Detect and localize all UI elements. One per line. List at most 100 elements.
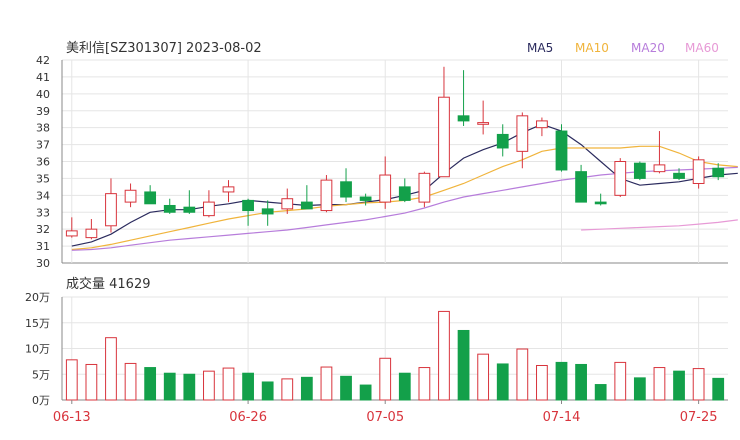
candle-body [65, 230, 78, 237]
candle [555, 124, 568, 172]
legend-ma20: MA20 [631, 41, 665, 55]
candle-body [124, 189, 137, 203]
candle-body [692, 159, 705, 184]
date-tick-label: 06-13 [53, 410, 91, 425]
price-grid [61, 59, 728, 264]
candle [536, 117, 548, 137]
candle-body [594, 201, 607, 205]
chart-svg: 美利信[SZ301307] 2023-08-02 MA5 MA10 MA20 MA60… [25, 41, 738, 425]
volume-bar [359, 384, 372, 401]
candle-body [340, 181, 352, 198]
volume-bar [555, 361, 568, 401]
price-y-axis: 42 41 40 39 38 37 36 35 34 33 32 31 30 [36, 54, 50, 270]
candle-body [633, 162, 646, 179]
candle-body [438, 96, 450, 178]
volume-bar [203, 370, 215, 401]
candle-body [673, 172, 685, 179]
candle-body [320, 179, 333, 212]
volume-bar [340, 375, 352, 401]
volume-bars [65, 310, 725, 401]
candle-body [536, 120, 548, 129]
volume-bar [575, 363, 587, 401]
volume-tick-label: 10万 [25, 343, 50, 356]
volume-bar [144, 367, 157, 401]
price-tick-label: 35 [36, 172, 50, 185]
candle [105, 178, 117, 233]
volume-bar [673, 370, 685, 401]
volume-bar [614, 361, 627, 401]
legend-ma10: MA10 [575, 41, 609, 55]
candle-body [379, 174, 392, 203]
candle-body [300, 201, 313, 210]
candle [144, 185, 157, 205]
volume-grid [61, 296, 728, 401]
candle [379, 156, 392, 209]
candle [633, 161, 646, 181]
volume-bar [300, 376, 313, 401]
volume-bar [261, 381, 274, 401]
price-tick-label: 33 [36, 206, 50, 219]
volume-bar [124, 362, 137, 401]
price-tick-label: 34 [36, 189, 50, 202]
volume-bar [457, 329, 470, 401]
price-tick-label: 42 [36, 54, 50, 67]
price-tick-label: 31 [36, 240, 50, 253]
candle [477, 100, 490, 135]
volume-bar [222, 367, 235, 401]
candle-body [105, 193, 117, 227]
volume-bar [438, 310, 450, 401]
volume-tick-label: 15万 [25, 317, 50, 330]
candle-body [281, 198, 294, 210]
candle-body [261, 208, 274, 215]
candle-body [457, 115, 470, 122]
candle [300, 185, 313, 210]
date-tick-label: 07-25 [680, 410, 718, 425]
candle-body [712, 167, 725, 178]
candle-body [144, 191, 157, 205]
candle [398, 178, 411, 203]
price-tick-label: 37 [36, 139, 50, 152]
candle [614, 158, 627, 198]
volume-bar [594, 384, 607, 401]
candle-body [418, 172, 431, 203]
volume-bar [536, 364, 548, 401]
candle-body [222, 186, 235, 193]
date-tick-label: 07-05 [366, 410, 404, 425]
candle-body [516, 115, 529, 152]
volume-bar [496, 363, 509, 401]
candle-body [85, 228, 98, 239]
candle [692, 156, 705, 189]
candle-body [496, 133, 509, 149]
chart-title: 美利信[SZ301307] 2023-08-02 [66, 41, 262, 56]
price-tick-label: 39 [36, 105, 50, 118]
candle-body [398, 186, 411, 201]
price-tick-label: 32 [36, 223, 50, 236]
volume-bar [653, 367, 666, 401]
volume-bar [65, 359, 78, 401]
volume-bar [516, 348, 529, 401]
candle-body [614, 161, 627, 196]
volume-bar [379, 357, 392, 401]
candle-body [183, 206, 196, 213]
volume-bar [477, 353, 490, 401]
candle [124, 183, 137, 208]
candles [65, 66, 725, 240]
volume-tick-label: 20万 [25, 291, 50, 304]
volume-bar [242, 372, 254, 401]
candle-body [242, 199, 254, 212]
price-tick-label: 40 [36, 88, 50, 101]
candle [418, 171, 431, 208]
candle [222, 180, 235, 203]
ma-line-ma60 [581, 219, 738, 231]
volume-bar [183, 373, 196, 401]
volume-bar [163, 372, 176, 401]
volume-tick-label: 0万 [32, 394, 50, 407]
candle [575, 164, 587, 203]
candle-body [555, 130, 568, 171]
candle [65, 217, 78, 238]
candle [340, 168, 352, 203]
date-axis: 06-13 06-26 07-05 07-14 07-25 [53, 400, 718, 425]
volume-title: 成交量 41629 [66, 276, 151, 292]
volume-bar [281, 378, 294, 401]
candle-body [359, 196, 372, 201]
